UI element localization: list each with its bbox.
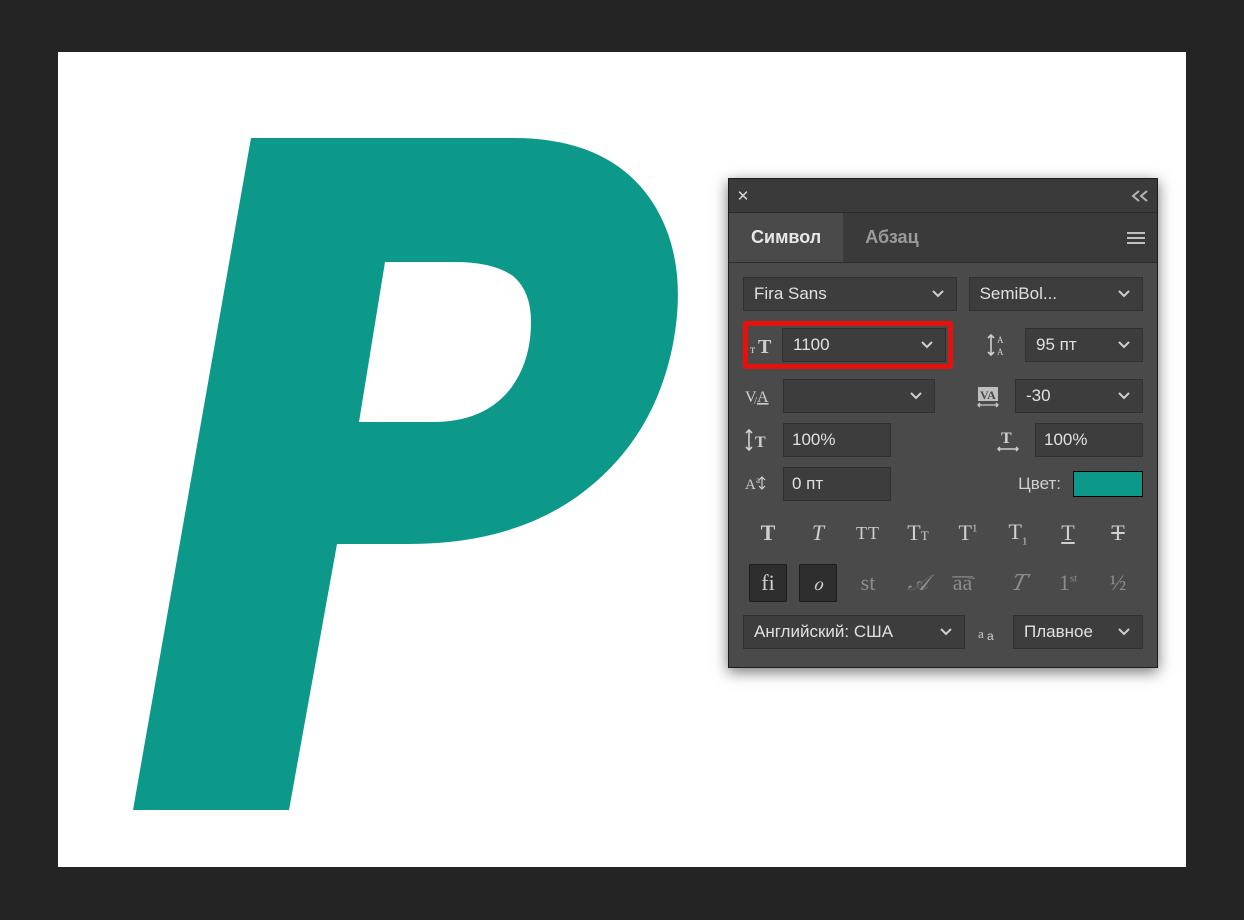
swash-button[interactable]: 𝒜 [899,564,937,602]
panel-topbar: ✕ [729,179,1157,213]
vertical-scale-input[interactable]: 100% [783,423,891,457]
kerning-icon: V/A [743,382,771,410]
character-panel: ✕ Символ Абзац Fira Sans SemiBol... т [728,178,1158,668]
vertical-scale-icon: T [743,426,771,454]
superscript-button[interactable]: T1 [949,514,987,552]
chevron-down-icon [915,339,939,351]
bold-button[interactable]: T [749,514,787,552]
text-style-row: T T TT TT T1 T1 T T [743,511,1143,555]
antialias-icon: aa [975,618,1003,646]
svg-text:VA: VA [980,388,996,402]
tracking-icon: VA [975,382,1003,410]
allcaps-button[interactable]: TT [849,514,887,552]
chevron-down-icon [904,390,928,402]
svg-text:T: T [1001,430,1012,447]
svg-text:T: T [755,434,766,451]
font-size-icon: тT [750,331,776,359]
font-size-highlight: тT 1100 [743,321,953,369]
ordinals-button[interactable]: 1st [1049,564,1087,602]
smallcaps-button[interactable]: TT [899,514,937,552]
leading-icon: AA [985,331,1013,359]
language-select[interactable]: Английский: США [743,615,965,649]
panel-close-button[interactable]: ✕ [729,179,757,212]
antialias-select[interactable]: Плавное [1013,615,1143,649]
panel-menu-button[interactable] [1115,213,1157,262]
subscript-button[interactable]: T1 [999,514,1037,552]
baseline-shift-input[interactable]: 0 пт [783,467,891,501]
chevron-down-icon [1112,626,1136,638]
panel-collapse-button[interactable] [1123,179,1157,212]
svg-text:a: a [978,626,984,641]
chevron-down-icon [1112,339,1136,351]
underline-button[interactable]: T [1049,514,1087,552]
horizontal-scale-icon: T [995,426,1023,454]
italic-button[interactable]: T [799,514,837,552]
chevron-down-icon [926,288,950,300]
svg-text:A: A [745,477,756,493]
color-label: Цвет: [1018,474,1061,494]
chevron-down-icon [1112,390,1136,402]
font-size-input[interactable]: 1100 [782,328,946,362]
svg-text:т: т [750,342,756,356]
font-family-select[interactable]: Fira Sans [743,277,957,311]
baseline-shift-icon: Aa [743,470,771,498]
svg-text:A: A [997,347,1004,357]
opentype-row: fi ℴ st 𝒜 a̅a̅→ 𝑇 1st ½ [743,561,1143,605]
tracking-input[interactable]: -30 [1015,379,1143,413]
svg-text:A: A [757,389,769,406]
svg-text:A: A [997,335,1004,345]
stylistic-alt-button[interactable]: a̅a̅→ [949,564,987,602]
svg-text:T: T [758,336,772,358]
contextual-alt-button[interactable]: ℴ [799,564,837,602]
leading-input[interactable]: 95 пт [1025,328,1143,362]
ligatures-button[interactable]: fi [749,564,787,602]
fractions-button[interactable]: ½ [1099,564,1137,602]
glyph-display [133,92,713,812]
font-style-select[interactable]: SemiBol... [969,277,1143,311]
kerning-input[interactable] [783,379,935,413]
discretionary-lig-button[interactable]: st [849,564,887,602]
panel-tabs: Символ Абзац [729,213,1157,263]
chevron-down-icon [1112,288,1136,300]
tab-character[interactable]: Символ [729,213,843,262]
chevron-down-icon [934,626,958,638]
horizontal-scale-input[interactable]: 100% [1035,423,1143,457]
strikethrough-button[interactable]: T [1099,514,1137,552]
tab-paragraph[interactable]: Абзац [843,213,940,262]
color-swatch[interactable] [1073,471,1143,497]
svg-text:a: a [987,629,994,643]
titling-alt-button[interactable]: 𝑇 [999,564,1037,602]
